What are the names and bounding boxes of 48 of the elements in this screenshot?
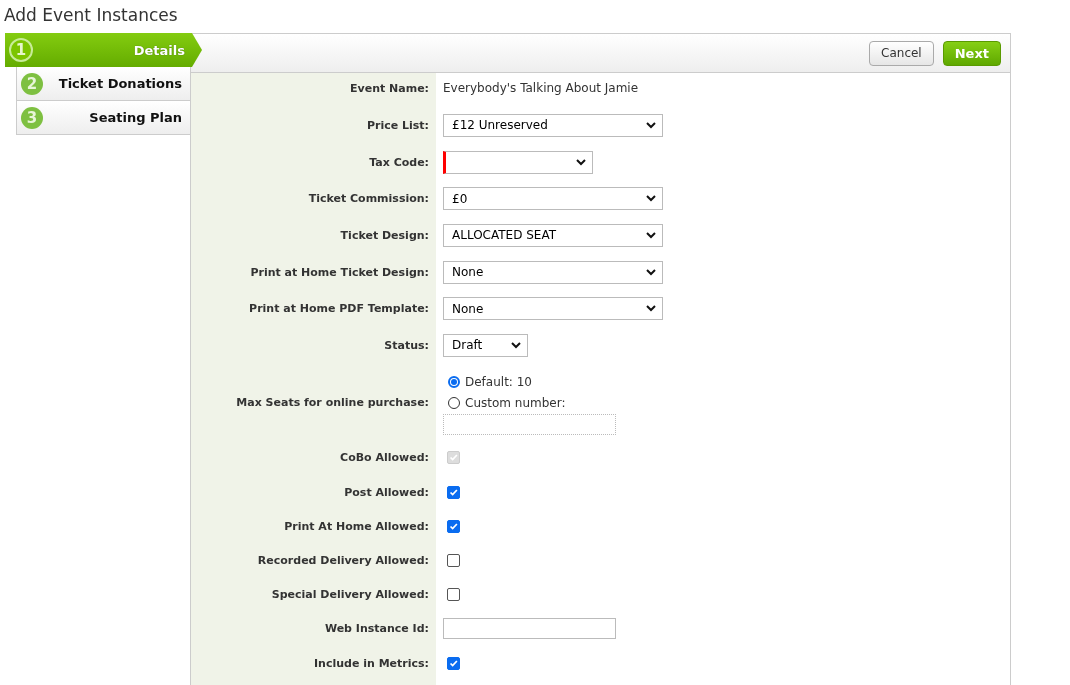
dropdown[interactable]: £12 Unreserved — [443, 113, 663, 137]
checkbox[interactable] — [447, 553, 460, 567]
wizard-step-tab[interactable]: 2 Ticket Donations — [16, 67, 191, 101]
field-label: Status: — [384, 338, 429, 352]
dropdown[interactable]: None — [443, 297, 663, 321]
field-label: Post Allowed: — [344, 485, 429, 499]
dropdown[interactable]: None — [443, 260, 663, 284]
field-label: Max Seats for online purchase: — [236, 395, 429, 409]
checkbox[interactable] — [447, 485, 460, 499]
field-label: Event Name: — [350, 82, 429, 95]
field-label: Print At Home Allowed: — [284, 519, 429, 533]
radio-label: Custom number: — [465, 396, 566, 411]
chevron-down-icon — [646, 195, 656, 203]
field-label: Ticket Design: — [340, 228, 429, 242]
step-number: 1 — [9, 38, 33, 62]
field-label: Ticket Commission: — [308, 192, 429, 206]
chevron-down-icon — [646, 231, 656, 239]
checkbox[interactable] — [447, 519, 460, 533]
field-label: Include in Metrics: — [314, 656, 429, 670]
field-label: CoBo Allowed: — [340, 451, 429, 465]
radio-button[interactable] — [448, 376, 460, 389]
page-title: Add Event Instances — [3, 4, 179, 27]
chevron-down-icon — [646, 268, 656, 276]
field-label: Price List: — [366, 118, 429, 132]
cancel-button[interactable]: Cancel — [869, 40, 934, 66]
chevron-down-icon — [646, 121, 656, 129]
field-label: Print at Home PDF Template: — [249, 302, 429, 316]
field-label: Print at Home Ticket Design: — [250, 265, 429, 279]
field-label: Tax Code: — [369, 155, 429, 169]
chevron-down-icon — [576, 158, 586, 166]
field-label: Web Instance Id: — [324, 622, 429, 636]
chevron-down-icon — [646, 305, 656, 313]
wizard-step-tab[interactable]: 3 Seating Plan — [16, 101, 191, 135]
dropdown[interactable] — [443, 150, 593, 174]
checkbox[interactable] — [447, 588, 460, 602]
radio-button[interactable] — [448, 397, 460, 410]
field-label: Special Delivery Allowed: — [271, 588, 429, 602]
event-name-value: Everybody's Talking About Jamie — [443, 81, 640, 95]
chevron-down-icon — [511, 341, 521, 349]
dropdown[interactable]: ALLOCATED SEAT — [443, 223, 663, 247]
checkbox[interactable] — [447, 656, 460, 670]
dropdown[interactable]: £0 — [443, 187, 663, 211]
field-label: Recorded Delivery Allowed: — [257, 553, 429, 567]
step-number: 2 — [21, 72, 43, 95]
radio-label: Default: 10 — [465, 375, 532, 390]
dropdown[interactable]: Draft — [443, 333, 528, 357]
text-input-field[interactable] — [443, 618, 616, 640]
step-number: 3 — [21, 106, 43, 129]
